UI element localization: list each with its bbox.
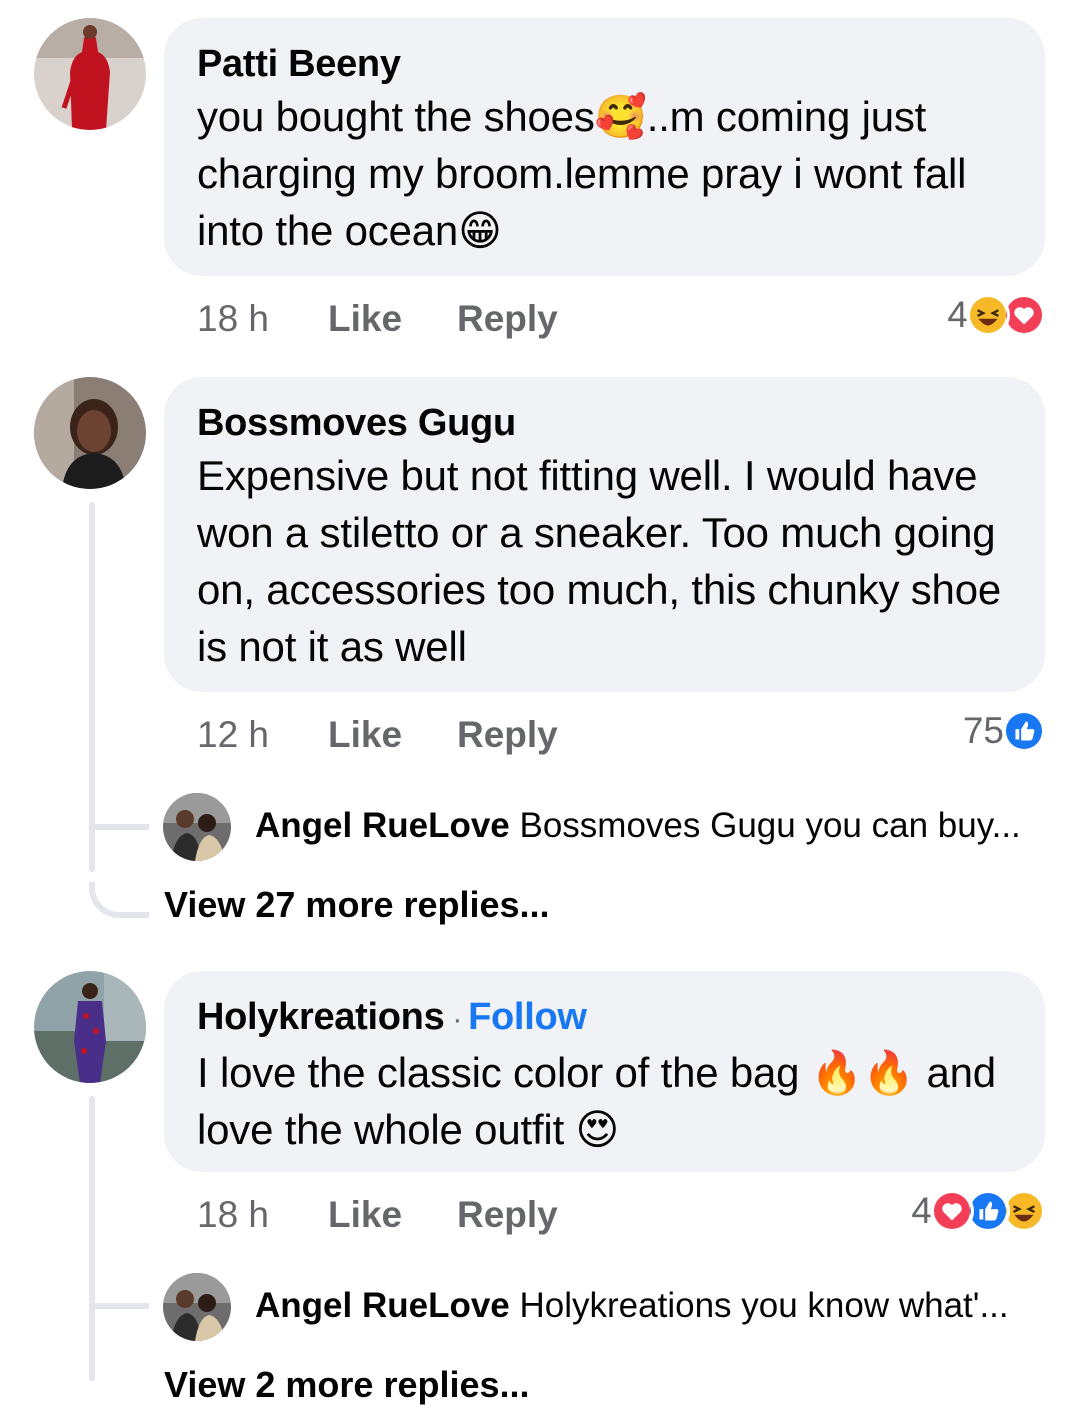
avatar[interactable] xyxy=(163,1273,231,1341)
reply-preview[interactable]: Angel RueLove Holykreations you know wha… xyxy=(255,1286,1009,1326)
avatar[interactable] xyxy=(34,377,146,489)
avatar[interactable] xyxy=(163,793,231,861)
thread-line xyxy=(89,1096,95,1381)
love-icon xyxy=(930,1189,974,1233)
follow-separator: · xyxy=(452,1003,463,1036)
reply-button[interactable]: Reply xyxy=(457,1194,558,1236)
comment-author-row: Holykreations · Follow xyxy=(197,993,1011,1044)
reply-text: Bossmoves Gugu you can buy... xyxy=(519,806,1021,845)
thread-branch xyxy=(89,882,149,918)
like-button[interactable]: Like xyxy=(328,1194,457,1236)
comment-bubble: Patti Beeny you bought the shoes🥰..m com… xyxy=(164,18,1045,276)
haha-icon xyxy=(966,293,1010,337)
avatar[interactable] xyxy=(34,971,146,1083)
thread-branch xyxy=(89,1303,149,1309)
reaction-count: 75 xyxy=(962,710,1004,751)
thread-branch xyxy=(89,824,149,830)
comment-author[interactable]: Patti Beeny xyxy=(197,40,1011,88)
comment-author[interactable]: Holykreations xyxy=(197,996,445,1038)
reaction-summary[interactable]: 4 xyxy=(947,290,1046,340)
follow-button[interactable]: Follow xyxy=(468,996,587,1038)
comment-author[interactable]: Bossmoves Gugu xyxy=(197,399,1011,447)
comment-actions: 18 h Like Reply xyxy=(197,294,558,344)
reaction-count: 4 xyxy=(947,294,968,335)
comment-actions: 12 h Like Reply xyxy=(197,710,558,760)
reaction-count: 4 xyxy=(911,1190,932,1231)
comment-text: Expensive but not fitting well. I would … xyxy=(197,452,1002,670)
reply-button[interactable]: Reply xyxy=(457,298,558,340)
like-button[interactable]: Like xyxy=(328,714,457,756)
comment-time[interactable]: 18 h xyxy=(197,298,328,340)
comment-bubble: Holykreations · Follow I love the classic … xyxy=(164,971,1045,1172)
reply-preview[interactable]: Angel RueLove Bossmoves Gugu you can buy… xyxy=(255,806,1021,846)
comment-text: you bought the shoes🥰..m coming just cha… xyxy=(197,93,967,254)
comment-time[interactable]: 18 h xyxy=(197,1194,328,1236)
reaction-summary[interactable]: 75 xyxy=(963,706,1046,756)
view-more-replies-button[interactable]: View 2 more replies... xyxy=(164,1364,530,1406)
reply-text: Holykreations you know what'... xyxy=(519,1286,1009,1325)
view-more-replies-button[interactable]: View 27 more replies... xyxy=(164,884,550,926)
comment-actions: 18 h Like Reply xyxy=(197,1190,558,1240)
like-icon xyxy=(1002,709,1046,753)
reaction-summary[interactable]: 4 xyxy=(911,1186,1046,1236)
comment-time[interactable]: 12 h xyxy=(197,714,328,756)
reply-author[interactable]: Angel RueLove xyxy=(255,1286,510,1325)
like-button[interactable]: Like xyxy=(328,298,457,340)
avatar[interactable] xyxy=(34,18,146,130)
thread-line xyxy=(89,502,95,872)
reply-author[interactable]: Angel RueLove xyxy=(255,806,510,845)
comment-bubble: Bossmoves Gugu Expensive but not fitting… xyxy=(164,377,1045,692)
comment-text: I love the classic color of the bag 🔥🔥 a… xyxy=(197,1049,996,1153)
reply-button[interactable]: Reply xyxy=(457,714,558,756)
